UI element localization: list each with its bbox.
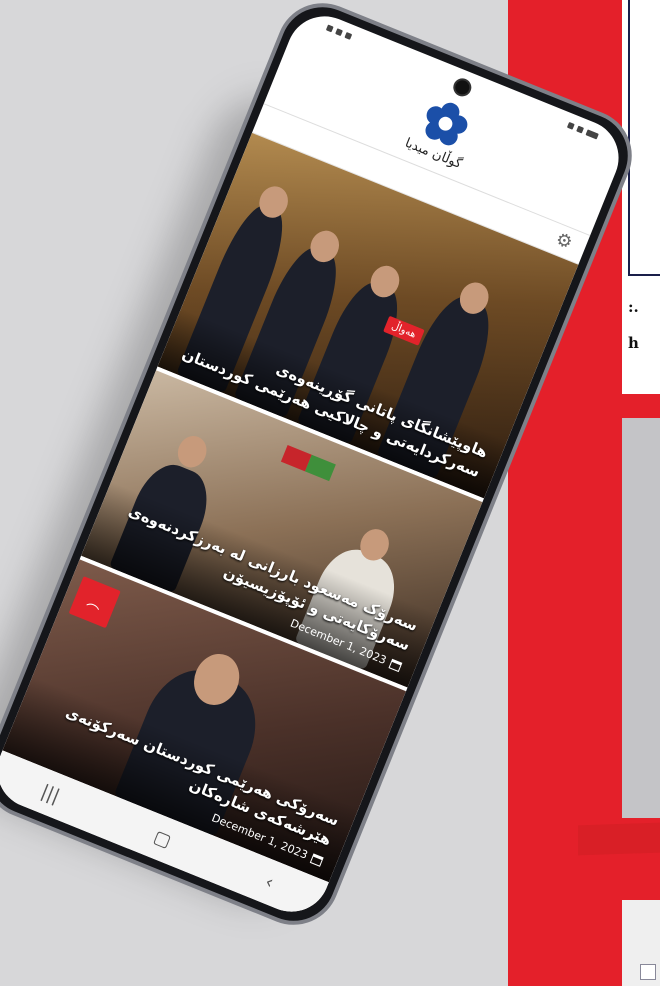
back-icon[interactable]: ‹: [262, 871, 277, 893]
home-icon[interactable]: ▢: [151, 826, 175, 852]
calendar-icon: [309, 852, 324, 867]
bordered-frame: [628, 0, 660, 276]
calendar-icon: [388, 658, 403, 672]
status-icons-left: [325, 24, 353, 40]
background-text-snippet: :.: [628, 298, 639, 316]
red-accent-bar: [578, 822, 660, 856]
battery-icon: [585, 129, 599, 140]
notification-icon: [325, 24, 334, 33]
gray-panel: [622, 418, 660, 818]
signal-icon: [576, 125, 584, 134]
flag-stripe: [305, 454, 336, 482]
gear-icon[interactable]: ⚙: [553, 228, 576, 254]
notification-icon: [344, 32, 353, 40]
checkbox[interactable]: [640, 964, 656, 980]
channel-logo-badge[interactable]: ︵: [68, 576, 121, 629]
notification-icon: [335, 28, 343, 37]
recent-apps-icon[interactable]: |||: [38, 780, 63, 806]
background-text-snippet: h: [628, 334, 639, 352]
status-icons-right: [566, 121, 599, 140]
wifi-icon: [566, 121, 575, 130]
